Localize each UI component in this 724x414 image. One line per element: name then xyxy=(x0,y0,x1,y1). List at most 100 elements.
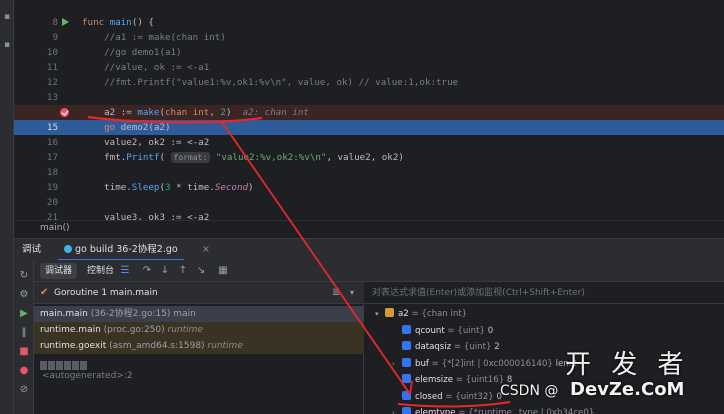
tool-icon[interactable]: ▪ xyxy=(2,12,12,22)
rerun-icon[interactable]: ↻ xyxy=(18,270,30,282)
go-run-config-icon xyxy=(64,245,72,253)
variable-type: = {uint32} xyxy=(442,391,497,402)
code-line[interactable]: 18 xyxy=(14,165,724,180)
step-over-icon[interactable]: ↷ xyxy=(140,264,154,278)
tool-icon[interactable]: ▪ xyxy=(2,40,12,50)
breakpoint-icon[interactable] xyxy=(60,108,69,117)
variable-row[interactable]: qcount = {uint} 0 xyxy=(392,323,493,339)
line-number[interactable]: 18 xyxy=(36,165,58,180)
variable-icon xyxy=(402,324,411,334)
tab-debugger[interactable]: 调试器 xyxy=(40,263,78,279)
check-icon: ✔ xyxy=(40,287,49,298)
variable-name: dataqsiz xyxy=(415,342,452,352)
expand-caret-icon[interactable]: ▾ xyxy=(375,306,385,322)
frame-location: (proc.go:250) xyxy=(100,325,168,335)
code-text: //fmt.Printf("value1:%v,ok1:%v\n", value… xyxy=(104,77,459,88)
stack-frame[interactable]: main.main (36-2协程2.go:15) main xyxy=(34,306,364,322)
debug-tool-window-header: 调试 go build 36-2协程2.go × xyxy=(14,238,724,261)
code-line[interactable]: 17 fmt.Printf( format: "value2:%v,ok2:%v… xyxy=(14,150,724,165)
debug-session-tab[interactable]: go build 36-2协程2.go xyxy=(58,239,184,261)
more-frames[interactable] xyxy=(40,355,88,370)
frame-autogenerated[interactable]: <autogenerated>:2 xyxy=(42,371,133,381)
frame-function: runtime.goexit xyxy=(40,341,107,351)
code-line[interactable]: 8 func main() { xyxy=(14,15,724,30)
variable-row[interactable]: ▾ a2 = {chan int} xyxy=(375,306,467,322)
line-number[interactable]: 10 xyxy=(36,45,58,60)
code-line[interactable]: 19 time.Sleep(3 * time.Second) xyxy=(14,180,724,195)
step-out-icon[interactable]: ↑ xyxy=(176,264,190,278)
line-number[interactable]: 8 xyxy=(36,15,58,30)
editor-breadcrumb[interactable]: main() xyxy=(14,220,724,236)
code-line[interactable]: 12 //fmt.Printf("value1:%v,ok1:%v\n", va… xyxy=(14,75,724,90)
line-number[interactable]: 20 xyxy=(36,195,58,210)
watermark-cn: 开 发 者 xyxy=(565,350,690,380)
view-breakpoints-icon[interactable]: ● xyxy=(18,365,30,377)
line-number[interactable]: 19 xyxy=(36,180,58,195)
mute-breakpoints-icon[interactable]: ⊘ xyxy=(18,384,30,396)
resume-icon[interactable]: ▶ xyxy=(18,308,30,320)
settings-icon[interactable]: ⚙ xyxy=(18,289,30,301)
variable-name: closed xyxy=(415,391,443,402)
watermark-site: DevZe.CoM xyxy=(570,379,685,400)
layout-icon[interactable]: ☰ xyxy=(118,264,132,278)
stop-icon[interactable]: ■ xyxy=(18,346,30,358)
pause-icon[interactable]: ‖ xyxy=(18,327,30,339)
evaluate-icon[interactable]: ▦ xyxy=(216,264,230,278)
variable-name: buf xyxy=(415,358,429,369)
variable-icon xyxy=(402,374,411,383)
code-line[interactable]: 13 xyxy=(14,90,724,105)
step-into-icon[interactable]: ↓ xyxy=(158,264,172,278)
variable-row[interactable]: dataqsiz = {uint} 2 xyxy=(392,339,500,355)
run-icon[interactable] xyxy=(62,18,69,26)
debug-toolbar: 调试器 控制台 ☰ ↷ ↓ ↑ ↘ ▦ xyxy=(34,260,724,282)
code-text: value3, ok3 := <-a2 xyxy=(82,212,210,220)
code-line[interactable]: 9 //a1 := make(chan int) xyxy=(14,30,724,45)
variable-value: 0 xyxy=(487,325,494,336)
evaluate-expression-input[interactable]: 对表达式求值(Enter)或添加监视(Ctrl+Shift+Enter) xyxy=(365,282,724,304)
variable-icon xyxy=(385,308,394,317)
expand-caret-icon[interactable]: › xyxy=(392,405,402,414)
code-text: a2 := make(chan int, 2) a2: chan int xyxy=(82,107,309,118)
variable-row[interactable]: › buf = {*[2]int | 0xc000016140} len:2 xyxy=(392,356,577,372)
code-line[interactable]: 15 go demo2(a2) xyxy=(14,120,724,135)
stack-frame[interactable]: runtime.main (proc.go:250) runtime xyxy=(34,322,364,338)
line-number[interactable]: 11 xyxy=(36,60,58,75)
code-text: time.Sleep(3 * time.Second) xyxy=(82,182,254,193)
variable-type: = {uint16} xyxy=(453,375,507,385)
code-editor[interactable]: 8 func main() {9 //a1 := make(chan int) 10… xyxy=(14,0,724,220)
variable-type: = {chan int} xyxy=(408,309,468,319)
code-text: //a1 := make(chan int) xyxy=(104,32,226,43)
line-number[interactable]: 16 xyxy=(36,135,58,150)
code-line[interactable]: 10 //go demo1(a1) xyxy=(14,45,724,60)
line-number[interactable]: 15 xyxy=(36,120,58,135)
stack-frame[interactable]: runtime.goexit (asm_amd64.s:1598) runtim… xyxy=(34,338,364,354)
frame-package: runtime xyxy=(167,325,203,335)
code-line[interactable]: 11 //value, ok := <-a1 xyxy=(14,60,724,75)
close-icon[interactable]: × xyxy=(202,239,210,261)
line-number[interactable]: 9 xyxy=(36,30,58,45)
variable-name: a2 xyxy=(398,309,409,319)
chevron-down-icon[interactable]: ▾ xyxy=(350,282,354,304)
line-number[interactable]: 12 xyxy=(36,75,58,90)
code-line[interactable]: 20 xyxy=(14,195,724,210)
tab-console[interactable]: 控制台 xyxy=(82,263,119,279)
code-text: fmt.Printf( format: "value2:%v,ok2:%v\n"… xyxy=(82,152,404,163)
code-line[interactable]: a2 := make(chan int, 2) a2: chan int xyxy=(14,105,724,120)
goroutine-selector[interactable]: ✔ Goroutine 1 main.main ≣ ▾ xyxy=(34,282,364,304)
expand-caret-icon[interactable]: › xyxy=(392,356,402,372)
frame-location: (asm_amd64.s:1598) xyxy=(106,341,208,351)
variable-row[interactable]: › elemtype = {*runtime._type | 0xb34ce0} xyxy=(392,405,594,414)
variable-icon xyxy=(402,407,411,414)
run-to-cursor-icon[interactable]: ↘ xyxy=(194,264,208,278)
filter-icon[interactable]: ≣ xyxy=(332,282,340,304)
debug-side-controls: ↻ ⚙ ▶ ‖ ■ ● ⊘ xyxy=(14,260,34,414)
debug-title: 调试 xyxy=(22,244,42,255)
variable-row[interactable]: closed = {uint32} 0 xyxy=(392,389,502,405)
line-number[interactable]: 21 xyxy=(36,210,58,220)
code-line[interactable]: 21 value3, ok3 := <-a2 xyxy=(14,210,724,220)
line-number[interactable]: 13 xyxy=(36,90,58,105)
variable-row[interactable]: elemsize = {uint16} 8 xyxy=(392,372,512,388)
code-line[interactable]: 16 value2, ok2 := <-a2 xyxy=(14,135,724,150)
line-number[interactable]: 17 xyxy=(36,150,58,165)
frames-panel: ✔ Goroutine 1 main.main ≣ ▾ main.main (3… xyxy=(34,282,364,414)
